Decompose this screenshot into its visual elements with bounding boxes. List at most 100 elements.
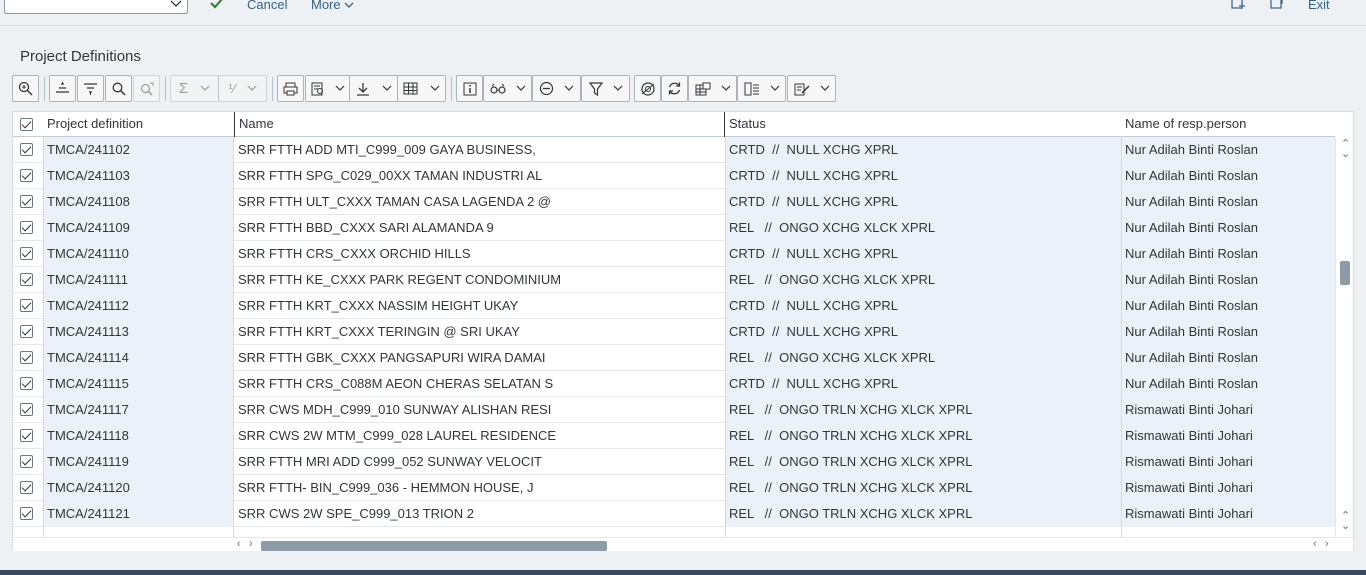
- name-cell[interactable]: SRR FTTH KRT_CXXX NASSIM HEIGHT UKAY: [234, 293, 725, 319]
- row-selector[interactable]: [13, 293, 43, 319]
- status-cell[interactable]: REL // ONGO XCHG XLCK XPRL: [725, 215, 1121, 241]
- status-cell[interactable]: CRTD // NULL XCHG XPRL: [725, 319, 1121, 345]
- edit-button[interactable]: [787, 75, 836, 102]
- name-cell[interactable]: SRR FTTH ADD MTI_C999_009 GAYA BUSINESS,: [234, 137, 725, 163]
- name-cell[interactable]: SRR FTTH CRS_C088M AEON CHERAS SELATAN S: [234, 371, 725, 397]
- exit-button[interactable]: Exit: [1308, 0, 1330, 12]
- resp-person-cell[interactable]: Rismawati Binti Johari: [1121, 449, 1335, 475]
- project-definition-cell[interactable]: TMCA/241112: [43, 293, 233, 319]
- table-row[interactable]: TMCA/241117 SRR CWS MDH_C999_010 SUNWAY A…: [13, 397, 1335, 423]
- scroll-down-icon[interactable]: ⌄: [1341, 147, 1350, 160]
- header-name[interactable]: Name: [234, 112, 725, 137]
- refresh-button[interactable]: [661, 75, 688, 102]
- project-definition-cell[interactable]: TMCA/241120: [43, 475, 233, 501]
- vertical-scroll-thumb[interactable]: [1340, 261, 1350, 285]
- more-button[interactable]: More: [311, 0, 354, 12]
- resp-person-cell[interactable]: Nur Adilah Binti Roslan: [1121, 371, 1335, 397]
- name-cell[interactable]: SRR FTTH GBK_CXXX PANGSAPURI WIRA DAMAI: [234, 345, 725, 371]
- table-row[interactable]: TMCA/241110 SRR FTTH CRS_CXXX ORCHID HILL…: [13, 241, 1335, 267]
- select-all-checkbox[interactable]: [20, 118, 33, 131]
- table-row[interactable]: TMCA/241111 SRR FTTH KE_CXXX PARK REGENT …: [13, 267, 1335, 293]
- sort-ascending-button[interactable]: [49, 75, 76, 102]
- header-project-definition[interactable]: Project definition: [43, 112, 233, 137]
- row-selector[interactable]: [13, 215, 43, 241]
- table-row[interactable]: TMCA/241103 SRR FTTH SPG_C029_00XX TAMAN …: [13, 163, 1335, 189]
- row-checkbox[interactable]: [20, 247, 33, 260]
- project-definition-cell[interactable]: TMCA/241117: [43, 397, 233, 423]
- row-checkbox[interactable]: [20, 143, 33, 156]
- vertical-scrollbar[interactable]: ⌃ ⌄ ⌃ ⌄: [1335, 137, 1353, 537]
- row-checkbox[interactable]: [20, 455, 33, 468]
- row-checkbox[interactable]: [20, 325, 33, 338]
- resp-person-cell[interactable]: Rismawati Binti Johari: [1121, 501, 1335, 527]
- spreadsheet-button[interactable]: [397, 75, 446, 102]
- project-definition-cell[interactable]: TMCA/241118: [43, 423, 233, 449]
- name-cell[interactable]: SRR FTTH ULT_CXXX TAMAN CASA LAGENDA 2 @: [234, 189, 725, 215]
- status-cell[interactable]: CRTD // NULL XCHG XPRL: [725, 241, 1121, 267]
- status-cell[interactable]: REL // ONGO TRLN XCHG XLCK XPRL: [725, 397, 1121, 423]
- horizontal-scrollbar[interactable]: ‹ › ‹ ›: [13, 537, 1353, 551]
- row-selector[interactable]: [13, 241, 43, 267]
- row-checkbox[interactable]: [20, 377, 33, 390]
- table-row[interactable]: TMCA/241112 SRR FTTH KRT_CXXX NASSIM HEIG…: [13, 293, 1335, 319]
- name-cell[interactable]: SRR FTTH BBD_CXXX SARI ALAMANDA 9: [234, 215, 725, 241]
- name-cell[interactable]: SRR FTTH SPG_C029_00XX TAMAN INDUSTRI AL: [234, 163, 725, 189]
- project-definition-cell[interactable]: TMCA/241115: [43, 371, 233, 397]
- resp-person-cell[interactable]: Nur Adilah Binti Roslan: [1121, 215, 1335, 241]
- scroll-left-icon[interactable]: ‹: [1313, 538, 1317, 550]
- resp-person-cell[interactable]: Nur Adilah Binti Roslan: [1121, 293, 1335, 319]
- row-checkbox[interactable]: [20, 195, 33, 208]
- column-button[interactable]: [737, 75, 786, 102]
- name-cell[interactable]: SRR FTTH KRT_CXXX TERINGIN @ SRI UKAY: [234, 319, 725, 345]
- new-window-icon[interactable]: [1268, 0, 1284, 10]
- row-selector[interactable]: [13, 501, 43, 527]
- project-definition-cell[interactable]: TMCA/241103: [43, 163, 233, 189]
- resp-person-cell[interactable]: Rismawati Binti Johari: [1121, 423, 1335, 449]
- name-cell[interactable]: SRR CWS 2W MTM_C999_028 LAUREL RESIDENCE: [234, 423, 725, 449]
- print-button[interactable]: [277, 75, 304, 102]
- row-selector[interactable]: [13, 475, 43, 501]
- confirm-button[interactable]: [210, 0, 224, 14]
- row-selector[interactable]: [13, 423, 43, 449]
- project-definition-cell[interactable]: TMCA/241102: [43, 137, 233, 163]
- name-cell[interactable]: SRR FTTH- BIN_C999_036 - HEMMON HOUSE, J: [234, 475, 725, 501]
- row-selector[interactable]: [13, 319, 43, 345]
- table-row[interactable]: TMCA/241102 SRR FTTH ADD MTI_C999_009 GAY…: [13, 137, 1335, 163]
- resp-person-cell[interactable]: Nur Adilah Binti Roslan: [1121, 267, 1335, 293]
- name-cell[interactable]: SRR CWS 2W SPE_C999_013 TRION 2: [234, 501, 725, 527]
- project-definition-cell[interactable]: TMCA/241119: [43, 449, 233, 475]
- status-cell[interactable]: REL // ONGO XCHG XLCK XPRL: [725, 345, 1121, 371]
- select-all-header[interactable]: [13, 112, 43, 137]
- table-row[interactable]: [13, 527, 1335, 537]
- glasses-button[interactable]: [483, 75, 532, 102]
- resp-person-cell[interactable]: Nur Adilah Binti Roslan: [1121, 319, 1335, 345]
- project-definition-cell[interactable]: TMCA/241111: [43, 267, 233, 293]
- status-cell[interactable]: REL // ONGO TRLN XCHG XLCK XPRL: [725, 449, 1121, 475]
- row-checkbox[interactable]: [20, 299, 33, 312]
- table-row[interactable]: TMCA/241109 SRR FTTH BBD_CXXX SARI ALAMAN…: [13, 215, 1335, 241]
- row-selector[interactable]: [13, 163, 43, 189]
- status-cell[interactable]: CRTD // NULL XCHG XPRL: [725, 371, 1121, 397]
- row-selector[interactable]: [13, 449, 43, 475]
- table-row[interactable]: TMCA/241120 SRR FTTH- BIN_C999_036 - HEMM…: [13, 475, 1335, 501]
- scroll-right-icon[interactable]: ›: [1325, 538, 1329, 550]
- row-selector[interactable]: [13, 397, 43, 423]
- name-cell[interactable]: SRR FTTH CRS_CXXX ORCHID HILLS: [234, 241, 725, 267]
- layout-settings-button[interactable]: [688, 75, 737, 102]
- row-selector[interactable]: [13, 267, 43, 293]
- resp-person-cell[interactable]: Nur Adilah Binti Roslan: [1121, 241, 1335, 267]
- row-selector[interactable]: [13, 137, 43, 163]
- status-cell[interactable]: REL // ONGO TRLN XCHG XLCK XPRL: [725, 423, 1121, 449]
- row-checkbox[interactable]: [20, 221, 33, 234]
- row-checkbox[interactable]: [20, 273, 33, 286]
- find-button[interactable]: [105, 75, 132, 102]
- status-cell[interactable]: REL // ONGO TRLN XCHG XLCK XPRL: [725, 501, 1121, 527]
- print-preview-button[interactable]: [305, 75, 350, 102]
- cancel-button[interactable]: Cancel: [247, 0, 287, 12]
- variant-combobox[interactable]: [4, 0, 188, 14]
- status-cell[interactable]: CRTD // NULL XCHG XPRL: [725, 137, 1121, 163]
- scroll-right-icon[interactable]: ›: [249, 538, 253, 550]
- row-checkbox[interactable]: [20, 429, 33, 442]
- row-selector[interactable]: [13, 345, 43, 371]
- subtotal-button[interactable]: ⅟: [218, 75, 267, 102]
